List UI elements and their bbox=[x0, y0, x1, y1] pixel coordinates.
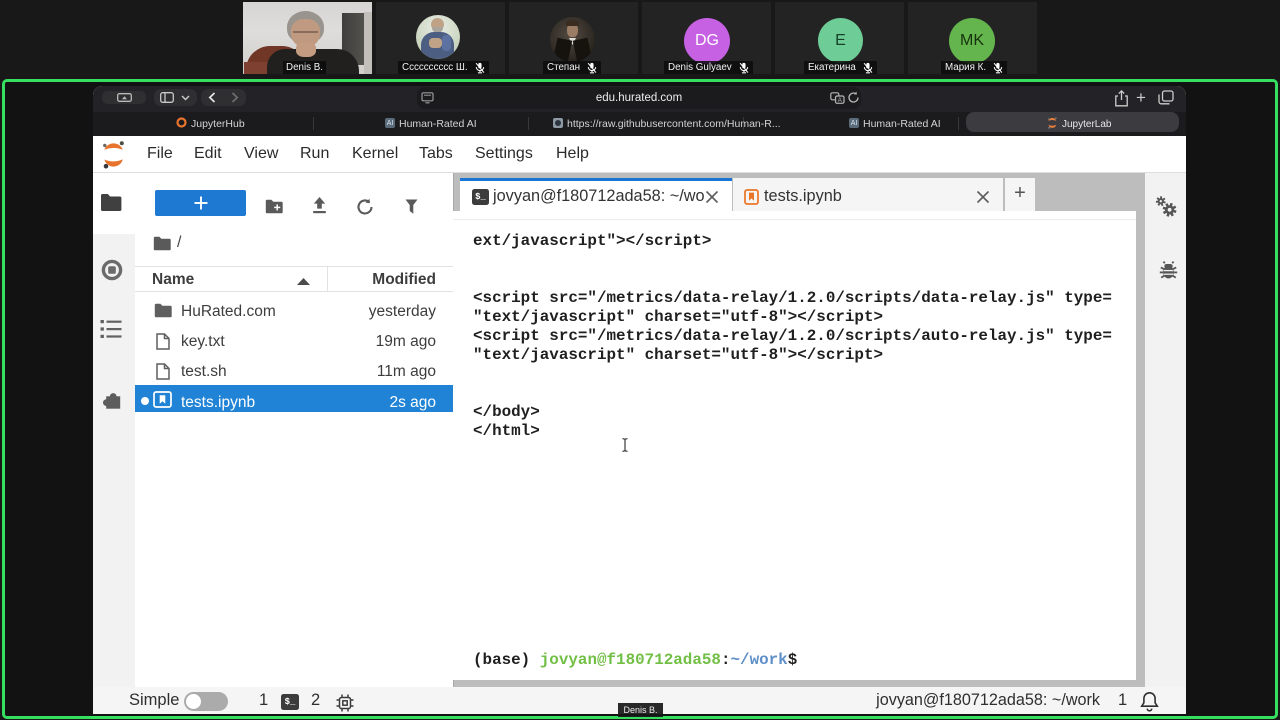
svg-text:A: A bbox=[838, 98, 842, 104]
